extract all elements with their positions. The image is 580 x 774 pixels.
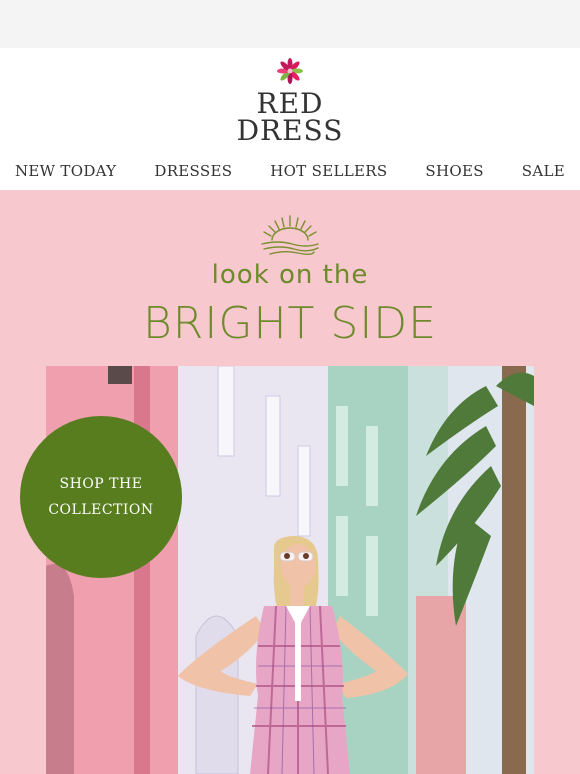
flower-logo-icon <box>277 58 303 84</box>
sunrise-icon <box>261 215 319 255</box>
brand-logo-text[interactable]: RED DRESS <box>0 87 580 147</box>
headline-large: BRIGHT SIDE <box>143 298 437 349</box>
nav-sale[interactable]: SALE <box>503 162 580 180</box>
cta-line-2: COLLECTION <box>48 502 154 518</box>
cta-line-1: SHOP THE <box>59 476 143 492</box>
top-spacer-bar <box>0 0 580 48</box>
main-navigation: NEW TODAY DRESSES HOT SELLERS SHOES SALE <box>0 156 580 186</box>
nav-dresses[interactable]: DRESSES <box>135 162 251 180</box>
brand-line-1: RED <box>256 87 324 120</box>
hero-banner: look on the BRIGHT SIDE SHOP THE COLLECT… <box>0 190 580 774</box>
brand-line-2: DRESS <box>236 114 344 147</box>
nav-hot-sellers[interactable]: HOT SELLERS <box>251 162 406 180</box>
headline-small: look on the <box>211 260 369 290</box>
email-header: RED DRESS NEW TODAY DRESSES HOT SELLERS … <box>0 48 580 190</box>
nav-new-today[interactable]: NEW TODAY <box>0 162 135 180</box>
shop-the-collection-button[interactable]: SHOP THE COLLECTION <box>20 416 182 578</box>
nav-shoes[interactable]: SHOES <box>406 162 502 180</box>
